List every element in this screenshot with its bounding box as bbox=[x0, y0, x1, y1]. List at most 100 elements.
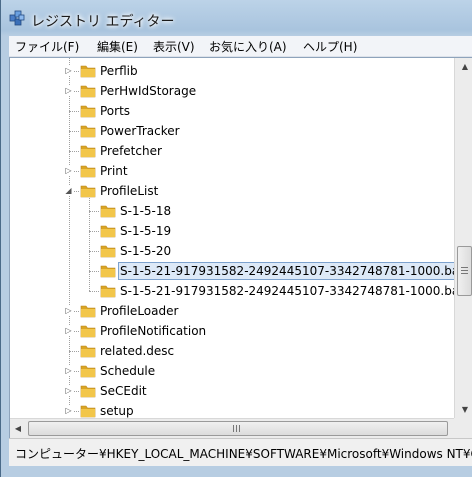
tree-pane: ▷ Perflib ▷ PerHwIdStorage Ports PowerTracker… bbox=[9, 57, 472, 439]
tree-connector-line bbox=[89, 291, 99, 292]
folder-icon bbox=[100, 243, 116, 259]
tree-item[interactable]: S-1-5-18 bbox=[10, 201, 454, 221]
tree-item[interactable]: ▷ Perflib bbox=[10, 61, 454, 81]
tree-item-label[interactable]: Print bbox=[98, 163, 130, 179]
tree-item-label[interactable]: S-1-5-18 bbox=[118, 203, 173, 219]
folder-icon bbox=[100, 283, 116, 299]
tree-item[interactable]: Prefetcher bbox=[10, 141, 454, 161]
status-bar: コンピューター¥HKEY_LOCAL_MACHINE¥SOFTWARE¥Micr… bbox=[9, 438, 472, 467]
grip-line bbox=[239, 425, 240, 432]
horizontal-scroll-thumb[interactable] bbox=[28, 421, 448, 436]
status-path: コンピューター¥HKEY_LOCAL_MACHINE¥SOFTWARE¥Micr… bbox=[15, 447, 472, 461]
expand-arrow-icon[interactable]: ▷ bbox=[64, 166, 73, 175]
tree-connector-line bbox=[69, 131, 79, 132]
tree-item-label[interactable]: Prefetcher bbox=[98, 143, 164, 159]
menu-edit[interactable]: 編集(E) bbox=[97, 38, 138, 55]
tree-connector-line bbox=[89, 251, 99, 252]
folder-icon bbox=[80, 323, 96, 339]
tree-item-label[interactable]: related.desc bbox=[98, 343, 176, 359]
folder-icon bbox=[100, 203, 116, 219]
tree-item[interactable]: PowerTracker bbox=[10, 121, 454, 141]
folder-icon bbox=[80, 63, 96, 79]
tree-item-label[interactable]: PerHwIdStorage bbox=[98, 83, 198, 99]
tree-item[interactable]: S-1-5-20 bbox=[10, 241, 454, 261]
tree-item[interactable]: S-1-5-19 bbox=[10, 221, 454, 241]
tree-item-label[interactable]: S-1-5-19 bbox=[118, 223, 173, 239]
scrollbar-corner bbox=[454, 418, 472, 438]
scroll-down-icon[interactable]: ▼ bbox=[455, 401, 472, 418]
tree-item-label[interactable]: setup bbox=[98, 403, 136, 418]
folder-icon bbox=[80, 403, 96, 418]
folder-icon bbox=[100, 223, 116, 239]
collapse-arrow-icon[interactable]: ◢ bbox=[64, 186, 73, 195]
menu-view[interactable]: 表示(V) bbox=[153, 38, 195, 55]
tree-item[interactable]: ▷ Print bbox=[10, 161, 454, 181]
grip-line bbox=[461, 267, 468, 268]
folder-icon bbox=[80, 103, 96, 119]
grip-line bbox=[461, 273, 468, 274]
tree-connector-line bbox=[89, 271, 99, 272]
grip-line bbox=[233, 425, 234, 432]
folder-icon bbox=[100, 263, 116, 279]
folder-icon bbox=[80, 143, 96, 159]
tree-item-label[interactable]: S-1-5-21-917931582-2492445107-3342748781… bbox=[118, 283, 454, 299]
menu-help[interactable]: ヘルプ(H) bbox=[303, 38, 357, 55]
grip-line bbox=[461, 270, 468, 271]
scroll-left-icon[interactable]: ◀ bbox=[10, 420, 26, 437]
folder-icon bbox=[80, 183, 96, 199]
expand-arrow-icon[interactable]: ▷ bbox=[64, 306, 73, 315]
tree-item[interactable]: S-1-5-21-917931582-2492445107-3342748781… bbox=[10, 281, 454, 301]
expand-arrow-icon[interactable]: ▷ bbox=[64, 86, 73, 95]
folder-icon bbox=[80, 83, 96, 99]
folder-icon bbox=[80, 163, 96, 179]
expand-arrow-icon[interactable]: ▷ bbox=[64, 406, 73, 415]
tree-item-label[interactable]: Schedule bbox=[98, 363, 157, 379]
tree-connector-line bbox=[69, 151, 79, 152]
tree-item[interactable]: S-1-5-21-917931582-2492445107-3342748781… bbox=[10, 261, 454, 281]
registry-editor-icon bbox=[9, 10, 25, 26]
folder-icon bbox=[80, 343, 96, 359]
tree-item[interactable]: ▷ SeCEdit bbox=[10, 381, 454, 401]
tree-item-label[interactable]: S-1-5-21-917931582-2492445107-3342748781… bbox=[118, 262, 454, 280]
tree-item[interactable]: ▷ ProfileLoader bbox=[10, 301, 454, 321]
tree-item[interactable]: ▷ PerHwIdStorage bbox=[10, 81, 454, 101]
tree-item[interactable]: ▷ Schedule bbox=[10, 361, 454, 381]
scroll-up-icon[interactable]: ▲ bbox=[455, 58, 472, 75]
expand-arrow-icon[interactable]: ▷ bbox=[64, 366, 73, 375]
tree-item[interactable]: ▷ setup bbox=[10, 401, 454, 418]
registry-editor-window: レジストリ エディター ファイル(F) 編集(E) 表示(V) お気に入り(A)… bbox=[0, 0, 472, 477]
registry-key-tree: ▷ Perflib ▷ PerHwIdStorage Ports PowerTracker… bbox=[10, 58, 454, 418]
menu-file[interactable]: ファイル(F) bbox=[15, 38, 79, 55]
menu-bar: ファイル(F) 編集(E) 表示(V) お気に入り(A) ヘルプ(H) bbox=[9, 36, 472, 57]
menu-favorites[interactable]: お気に入り(A) bbox=[209, 38, 287, 55]
horizontal-scrollbar[interactable]: ◀ bbox=[10, 418, 454, 439]
tree-item-label[interactable]: Perflib bbox=[98, 63, 140, 79]
window-frame-bottom bbox=[1, 466, 472, 477]
folder-icon bbox=[80, 303, 96, 319]
tree-item[interactable]: ◢ ProfileList bbox=[10, 181, 454, 201]
expand-arrow-icon[interactable]: ▷ bbox=[64, 386, 73, 395]
tree-item-label[interactable]: PowerTracker bbox=[98, 123, 182, 139]
tree-connector-line bbox=[89, 231, 99, 232]
tree-item-label[interactable]: S-1-5-20 bbox=[118, 243, 173, 259]
tree-item-label[interactable]: SeCEdit bbox=[98, 383, 149, 399]
expand-arrow-icon[interactable]: ▷ bbox=[64, 326, 73, 335]
tree-item-label[interactable]: ProfileLoader bbox=[98, 303, 180, 319]
vertical-scrollbar[interactable]: ▲ ▼ bbox=[454, 58, 472, 418]
tree-item[interactable]: ▷ ProfileNotification bbox=[10, 321, 454, 341]
expand-arrow-icon[interactable]: ▷ bbox=[64, 66, 73, 75]
title-bar[interactable]: レジストリ エディター bbox=[1, 0, 472, 36]
folder-icon bbox=[80, 383, 96, 399]
tree-item-label[interactable]: ProfileNotification bbox=[98, 323, 208, 339]
tree-item[interactable]: related.desc bbox=[10, 341, 454, 361]
vertical-scroll-thumb[interactable] bbox=[457, 246, 472, 296]
tree-connector-line bbox=[89, 211, 99, 212]
folder-icon bbox=[80, 123, 96, 139]
tree-item-label[interactable]: Ports bbox=[98, 103, 132, 119]
tree-connector-line bbox=[69, 111, 79, 112]
window-title: レジストリ エディター bbox=[31, 14, 175, 30]
folder-icon bbox=[80, 363, 96, 379]
grip-line bbox=[236, 425, 237, 432]
tree-item[interactable]: Ports bbox=[10, 101, 454, 121]
tree-item-label[interactable]: ProfileList bbox=[98, 183, 160, 199]
